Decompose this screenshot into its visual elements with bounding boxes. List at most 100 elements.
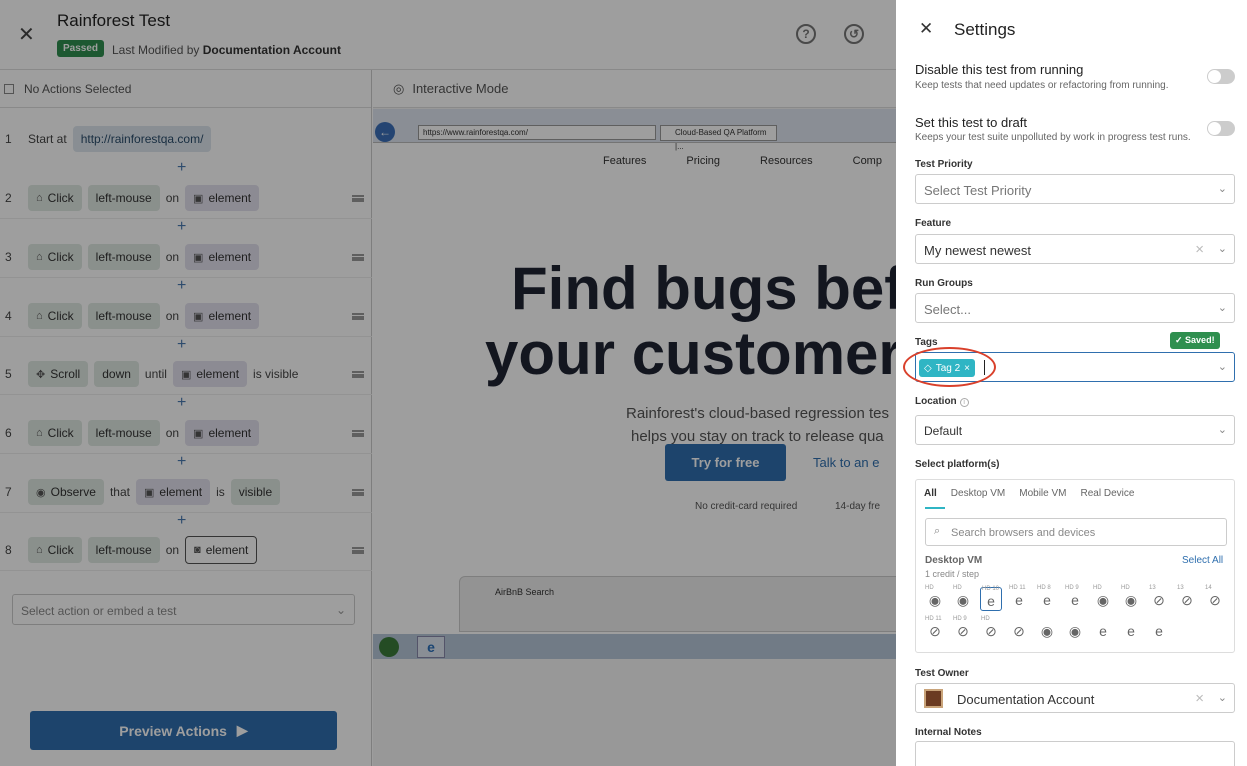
platform-group-title: Desktop VM	[925, 555, 983, 566]
browser-glyph: ⊘	[985, 623, 997, 639]
disable-test-toggle[interactable]	[1207, 69, 1235, 84]
browser-option-icon[interactable]: HD 11 e	[1008, 585, 1030, 611]
feature-value: My newest newest	[924, 243, 1031, 258]
browser-version: 14	[1205, 585, 1212, 591]
browser-glyph: ⊘	[1153, 592, 1165, 608]
priority-select[interactable]: Select Test Priority ⌄	[915, 174, 1235, 204]
browser-option-icon[interactable]: e	[1120, 618, 1142, 642]
internal-notes-field[interactable]	[915, 741, 1235, 766]
browser-option-icon[interactable]: HD ◉	[952, 585, 974, 611]
close-icon[interactable]: ✕	[919, 19, 933, 39]
browser-glyph: e	[1155, 623, 1163, 639]
browser-glyph: ⊘	[1013, 623, 1025, 639]
info-icon[interactable]: i	[959, 398, 969, 407]
draft-toggle[interactable]	[1207, 121, 1235, 136]
browser-glyph: ⊘	[1209, 592, 1221, 608]
browser-version: HD	[981, 616, 990, 622]
modal-overlay[interactable]	[0, 0, 896, 766]
browser-glyph: ◉	[1068, 623, 1082, 639]
browser-option-icon[interactable]: HD 9e	[1064, 585, 1086, 611]
chevron-down-icon: ⌄	[1217, 424, 1227, 436]
owner-value: Documentation Account	[957, 692, 1095, 707]
browser-glyph: ◉	[1096, 592, 1110, 608]
owner-label: Test Owner	[915, 668, 969, 679]
browser-grid: HD ◉ HD ◉ HD 10 e HD 11 e HD 8 e HD 9 e HD ◉ HD ◉ 13 ⊘ 13 ⊘…	[924, 585, 1228, 642]
tab-real-device[interactable]: Real Device	[1081, 488, 1135, 499]
browser-option-icon[interactable]: HD ◉	[924, 585, 946, 611]
browser-version: HD 8	[1037, 585, 1051, 591]
browser-option-icon[interactable]: HD ◉	[1120, 585, 1142, 611]
browser-glyph: ◉	[1040, 623, 1054, 639]
browser-version: HD 10	[982, 586, 1000, 592]
tags-label: Tags	[915, 337, 938, 348]
browser-option-icon[interactable]: ◉	[1064, 618, 1086, 642]
browser-glyph: e	[1015, 592, 1023, 608]
browser-glyph: ◉	[1124, 592, 1138, 608]
location-value: Default	[924, 424, 963, 438]
browser-glyph: e	[1071, 592, 1079, 608]
platform-picker: All Desktop VM Mobile VM Real Device ⌕ S…	[915, 479, 1235, 653]
browser-option-icon[interactable]: 14 ⊘	[1204, 585, 1226, 611]
feature-label: Feature	[915, 218, 952, 229]
browser-option-icon[interactable]: 13 ⊘	[1176, 585, 1198, 611]
browser-option-icon[interactable]: HD 10 e	[980, 586, 1002, 611]
browser-option-icon[interactable]: ◉	[1036, 618, 1058, 642]
tab-desktop-vm[interactable]: Desktop VM	[951, 488, 1005, 499]
draft-desc: Keeps your test suite unpolluted by work…	[915, 132, 1191, 143]
browser-glyph: e	[987, 593, 995, 609]
priority-label: Test Priority	[915, 159, 973, 170]
browser-glyph: ⊘	[957, 623, 969, 639]
browser-option-icon[interactable]: HD ◉	[1092, 585, 1114, 611]
platforms-label: Select platform(s)	[915, 459, 1000, 470]
browser-version: HD 9	[1065, 585, 1079, 591]
location-select[interactable]: Default ⌄	[915, 415, 1235, 445]
settings-title: Settings	[954, 20, 1016, 39]
browser-version: HD	[1093, 585, 1102, 591]
owner-select[interactable]: Documentation Account × ⌄	[915, 683, 1235, 713]
chevron-down-icon: ⌄	[1217, 243, 1227, 255]
run-groups-placeholder: Select...	[924, 302, 971, 317]
chevron-down-icon: ⌄	[1217, 183, 1227, 195]
disable-test-desc: Keep tests that need updates or refactor…	[915, 80, 1169, 91]
draft-title: Set this test to draft	[915, 115, 1027, 130]
browser-version: 13	[1177, 585, 1184, 591]
browser-glyph: ◉	[956, 592, 970, 608]
run-groups-label: Run Groups	[915, 278, 973, 289]
location-label-text: Location	[915, 396, 957, 407]
browser-glyph: ⊘	[929, 623, 941, 639]
run-groups-select[interactable]: Select... ⌄	[915, 293, 1235, 323]
browser-version: HD 11	[1009, 585, 1026, 591]
browser-option-icon[interactable]: 13 ⊘	[1148, 585, 1170, 611]
browser-version: HD	[953, 585, 962, 591]
browser-version: HD 9	[953, 616, 967, 622]
feature-select[interactable]: My newest newest × ⌄	[915, 234, 1235, 264]
browser-option-icon[interactable]: HD ⊘	[980, 616, 1002, 642]
browser-option-icon[interactable]: HD 9 ⊘	[952, 616, 974, 642]
browser-version: HD	[1121, 585, 1130, 591]
clear-icon[interactable]: ×	[1195, 690, 1204, 707]
highlight-annotation	[903, 347, 996, 387]
saved-badge: ✓ Saved!	[1170, 332, 1220, 349]
tab-mobile-vm[interactable]: Mobile VM	[1019, 488, 1066, 499]
browser-option-icon[interactable]: HD 8e	[1036, 585, 1058, 611]
platform-tabs: All Desktop VM Mobile VM Real Device	[924, 488, 1134, 499]
browser-option-icon[interactable]: HD 11 ⊘	[924, 616, 946, 642]
saved-label: Saved!	[1185, 335, 1215, 345]
browser-glyph: e	[1127, 623, 1135, 639]
clear-icon[interactable]: ×	[1195, 241, 1204, 258]
tab-all[interactable]: All	[924, 488, 937, 499]
search-icon: ⌕	[934, 525, 941, 537]
browser-version: HD	[925, 585, 934, 591]
select-all-link[interactable]: Select All	[1182, 555, 1223, 566]
disable-test-title: Disable this test from running	[915, 62, 1084, 77]
browser-option-icon[interactable]: e	[1148, 618, 1170, 642]
chevron-down-icon: ⌄	[1217, 302, 1227, 314]
chevron-down-icon[interactable]: ⌄	[1218, 360, 1227, 373]
browser-option-icon[interactable]: ⊘	[1008, 618, 1030, 642]
browser-version: HD 11	[925, 616, 942, 622]
browser-glyph: e	[1043, 592, 1051, 608]
platform-search-input[interactable]: ⌕ Search browsers and devices	[925, 518, 1227, 546]
browser-glyph: e	[1099, 623, 1107, 639]
browser-option-icon[interactable]: e	[1092, 618, 1114, 642]
platform-search-placeholder: Search browsers and devices	[951, 527, 1096, 539]
